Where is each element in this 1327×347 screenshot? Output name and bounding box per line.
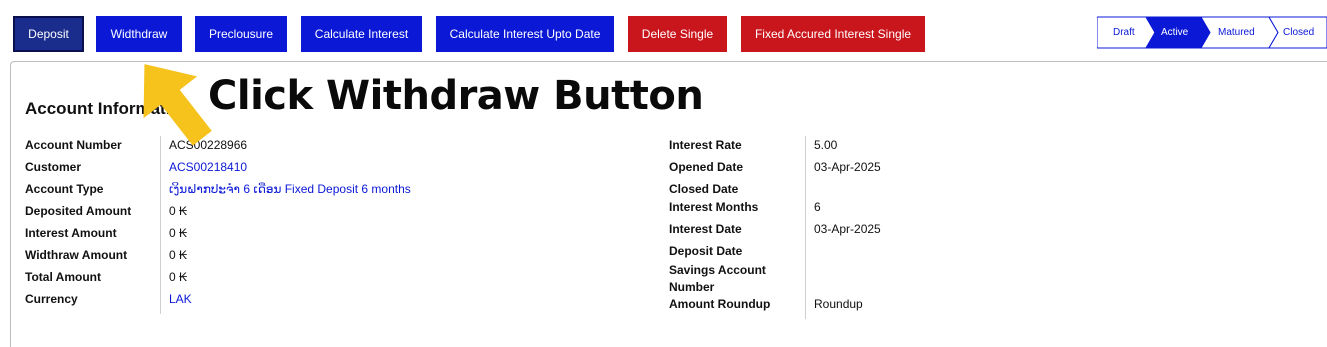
- field-value-interest-amount: 0 ₭: [169, 226, 188, 240]
- field-label-currency: Currency: [25, 292, 78, 306]
- field-value-interest-date: 03-Apr-2025: [814, 222, 881, 236]
- field-label-interest-date: Interest Date: [669, 222, 742, 236]
- left-column-divider: [160, 136, 161, 314]
- delete-single-button[interactable]: Delete Single: [628, 16, 727, 52]
- field-value-interest-rate: 5.00: [814, 138, 838, 152]
- status-step-active[interactable]: Active: [1161, 16, 1188, 49]
- instruction-overlay-text: Click Withdraw Button: [208, 73, 704, 119]
- field-label-closed-date: Closed Date: [669, 182, 739, 196]
- field-label-interest-amount: Interest Amount: [25, 226, 117, 240]
- status-pipeline: Draft Active Matured Closed: [1097, 16, 1327, 49]
- field-label-customer: Customer: [25, 160, 82, 174]
- withdraw-button[interactable]: Widthdraw: [96, 16, 182, 52]
- field-value-amount-roundup: Roundup: [814, 297, 863, 311]
- field-label-account-number: Account Number: [25, 138, 122, 152]
- field-label-savings-account-number: Savings Account Number: [669, 263, 766, 294]
- field-label-amount-roundup: Amount Roundup: [669, 297, 771, 311]
- field-label-deposited-amount: Deposited Amount: [25, 204, 132, 218]
- field-value-interest-months: 6: [814, 200, 821, 214]
- field-value-customer-link[interactable]: ACS00218410: [169, 160, 247, 175]
- status-step-draft[interactable]: Draft: [1113, 16, 1135, 49]
- preclosure-button[interactable]: Preclousure: [195, 16, 287, 52]
- field-label-deposit-date: Deposit Date: [669, 244, 743, 258]
- field-label-opened-date: Opened Date: [669, 160, 744, 174]
- field-value-opened-date: 03-Apr-2025: [814, 160, 881, 174]
- calculate-interest-upto-date-button[interactable]: Calculate Interest Upto Date: [436, 16, 614, 52]
- field-value-withdraw-amount: 0 ₭: [169, 248, 188, 262]
- field-label-interest-rate: Interest Rate: [669, 138, 742, 152]
- field-value-total-amount: 0 ₭: [169, 270, 188, 284]
- deposit-button[interactable]: Deposit: [13, 16, 84, 52]
- field-label-withdraw-amount: Widthraw Amount: [25, 248, 128, 262]
- field-label-total-amount: Total Amount: [25, 270, 101, 284]
- status-step-matured[interactable]: Matured: [1218, 16, 1255, 49]
- field-value-deposited-amount: 0 ₭: [169, 204, 188, 218]
- right-column-divider: [805, 136, 806, 319]
- fixed-accrued-interest-single-button[interactable]: Fixed Accured Interest Single: [741, 16, 925, 52]
- field-label-account-type: Account Type: [25, 182, 104, 196]
- status-step-closed[interactable]: Closed: [1283, 16, 1314, 49]
- field-value-account-type-link[interactable]: ເງິນຝາກປະຈຳ 6 ເດືອນ Fixed Deposit 6 mont…: [169, 182, 411, 197]
- field-label-interest-months: Interest Months: [669, 200, 759, 214]
- field-value-currency-link[interactable]: LAK: [169, 292, 192, 307]
- calculate-interest-button[interactable]: Calculate Interest: [301, 16, 422, 52]
